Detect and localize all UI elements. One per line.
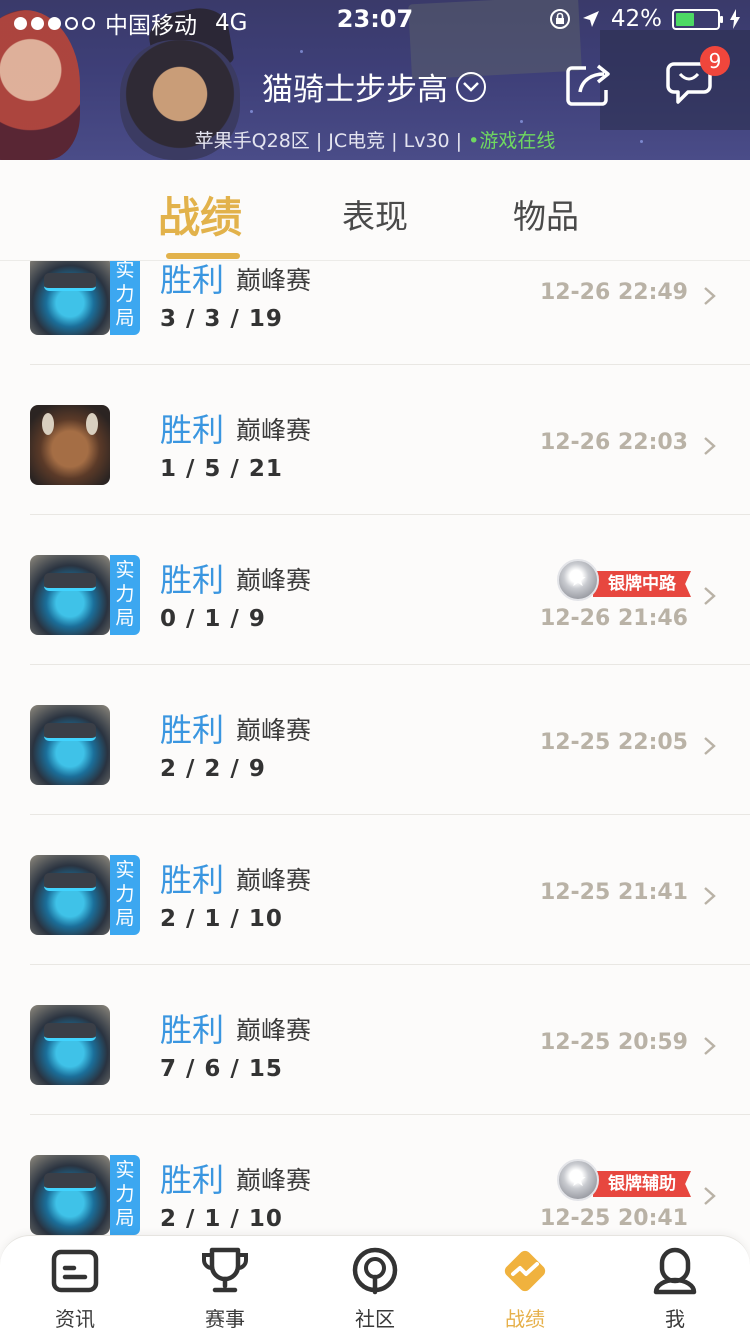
charging-icon (730, 9, 740, 29)
server-details: 苹果手Q28区 | JC电竞 | Lv30 | (194, 130, 469, 152)
match-row[interactable]: 实力局 胜利 巅峰赛 3 / 3 / 19 12-26 22:49 (0, 261, 750, 365)
status-icons: 42% (549, 6, 740, 32)
match-mode: 巅峰赛 (236, 1166, 312, 1195)
share-icon[interactable] (564, 58, 616, 110)
community-icon (352, 1247, 398, 1295)
match-mode: 巅峰赛 (236, 1016, 312, 1045)
match-result: 胜利 (160, 561, 225, 599)
match-row[interactable]: 胜利 巅峰赛 2 / 2 / 9 12-25 22:05 (0, 665, 750, 815)
match-kda: 7 / 6 / 15 (160, 1056, 283, 1082)
match-time: 12-25 22:05 (539, 730, 688, 755)
chevron-down-icon (456, 71, 486, 102)
nav-item-community[interactable]: 社区 (300, 1236, 450, 1334)
profile-header: 中国移动 4G 23:07 42% 猫骑士步步高 9 苹果手Q28区 | JC电… (0, 0, 750, 160)
nav-label: 资讯 (55, 1307, 95, 1331)
active-tab-indicator (166, 253, 240, 259)
location-arrow-icon (582, 11, 599, 27)
chevron-right-icon (704, 1187, 716, 1205)
match-time: 12-26 22:03 (539, 430, 688, 455)
match-result: 胜利 (160, 1161, 225, 1199)
status-bar: 中国移动 4G 23:07 42% (0, 0, 750, 40)
message-count-badge: 9 (700, 46, 730, 76)
hero-avatar (30, 405, 110, 485)
stats-icon (504, 1250, 546, 1292)
chevron-right-icon (704, 737, 716, 755)
profile-icon (653, 1247, 697, 1295)
nav-item-news[interactable]: 资讯 (0, 1236, 150, 1334)
lock-rotation-icon (549, 9, 570, 29)
tab-performance[interactable]: 表现 (342, 190, 408, 238)
bottom-nav: 资讯 赛事 社区 战绩 我 (0, 1235, 750, 1334)
strength-tag: 实力局 (110, 1155, 140, 1235)
match-kda: 1 / 5 / 21 (160, 456, 283, 482)
hero-avatar (30, 855, 110, 935)
hero-avatar (30, 555, 110, 635)
online-status: •游戏在线 (468, 130, 556, 152)
chevron-right-icon (704, 887, 716, 905)
hero-avatar (30, 1155, 110, 1235)
match-list: 实力局 胜利 巅峰赛 3 / 3 / 19 12-26 22:49 胜利 巅峰赛 1 / 5 … (0, 261, 750, 1235)
nav-label: 赛事 (205, 1307, 245, 1331)
nav-item-me[interactable]: 我 (600, 1236, 750, 1334)
hero-avatar (30, 705, 110, 785)
match-mode: 巅峰赛 (236, 266, 312, 295)
match-kda: 2 / 1 / 10 (160, 1206, 283, 1232)
match-row[interactable]: 胜利 巅峰赛 1 / 5 / 21 12-26 22:03 (0, 365, 750, 515)
nav-label: 战绩 (505, 1307, 545, 1331)
match-kda: 3 / 3 / 19 (160, 306, 283, 332)
trophy-icon (202, 1247, 248, 1293)
strength-tag: 实力局 (110, 261, 140, 335)
player-name: 猫骑士步步高 (262, 72, 448, 108)
medal-label: 银牌中路 (593, 571, 691, 597)
match-time: 12-26 22:49 (539, 280, 688, 305)
tab-items[interactable]: 物品 (513, 190, 579, 238)
medal-badge: 银牌中路 ★ (557, 559, 691, 601)
match-result: 胜利 (160, 261, 225, 299)
match-mode: 巅峰赛 (236, 866, 312, 895)
match-mode: 巅峰赛 (236, 416, 312, 445)
server-info: 苹果手Q28区 | JC电竞 | Lv30 | •游戏在线 (0, 126, 750, 153)
tab-record[interactable]: 战绩 (158, 184, 242, 245)
match-time: 12-26 21:46 (539, 606, 688, 631)
hero-avatar (30, 261, 110, 335)
match-result: 胜利 (160, 1011, 225, 1049)
nav-item-stats[interactable]: 战绩 (450, 1236, 600, 1334)
tab-bar: 战绩 表现 物品 (0, 160, 750, 261)
chevron-right-icon (704, 587, 716, 605)
match-row[interactable]: 实力局 胜利 巅峰赛 0 / 1 / 9 12-26 21:46 银牌中路 ★ (0, 515, 750, 665)
medal-label: 银牌辅助 (593, 1171, 691, 1197)
match-mode: 巅峰赛 (236, 566, 312, 595)
medal-badge: 银牌辅助 ★ (557, 1159, 691, 1201)
match-time: 12-25 20:59 (539, 1030, 688, 1055)
silver-medal-icon: ★ (557, 1159, 599, 1201)
match-kda: 0 / 1 / 9 (160, 606, 266, 632)
match-row[interactable]: 实力局 胜利 巅峰赛 2 / 1 / 10 12-25 20:41 银牌辅助 ★ (0, 1115, 750, 1235)
match-row[interactable]: 胜利 巅峰赛 7 / 6 / 15 12-25 20:59 (0, 965, 750, 1115)
match-result: 胜利 (160, 861, 225, 899)
news-icon (51, 1249, 99, 1293)
battery-percent: 42% (610, 6, 662, 32)
match-kda: 2 / 2 / 9 (160, 756, 266, 782)
nav-label: 社区 (355, 1307, 395, 1331)
strength-tag: 实力局 (110, 555, 140, 635)
match-row[interactable]: 实力局 胜利 巅峰赛 2 / 1 / 10 12-25 21:41 (0, 815, 750, 965)
chevron-right-icon (704, 1037, 716, 1055)
nav-label: 我 (665, 1307, 685, 1331)
match-time: 12-25 21:41 (539, 880, 688, 905)
strength-tag: 实力局 (110, 855, 140, 935)
nav-item-events[interactable]: 赛事 (150, 1236, 300, 1334)
chevron-right-icon (704, 437, 716, 455)
battery-icon (672, 8, 723, 30)
match-mode: 巅峰赛 (236, 716, 312, 745)
match-kda: 2 / 1 / 10 (160, 906, 283, 932)
match-result: 胜利 (160, 711, 225, 749)
hero-avatar (30, 1005, 110, 1085)
match-time: 12-25 20:41 (539, 1206, 688, 1231)
chevron-right-icon (704, 287, 716, 305)
player-name-dropdown[interactable]: 猫骑士步步高 (262, 64, 486, 109)
silver-medal-icon: ★ (557, 559, 599, 601)
match-result: 胜利 (160, 411, 225, 449)
